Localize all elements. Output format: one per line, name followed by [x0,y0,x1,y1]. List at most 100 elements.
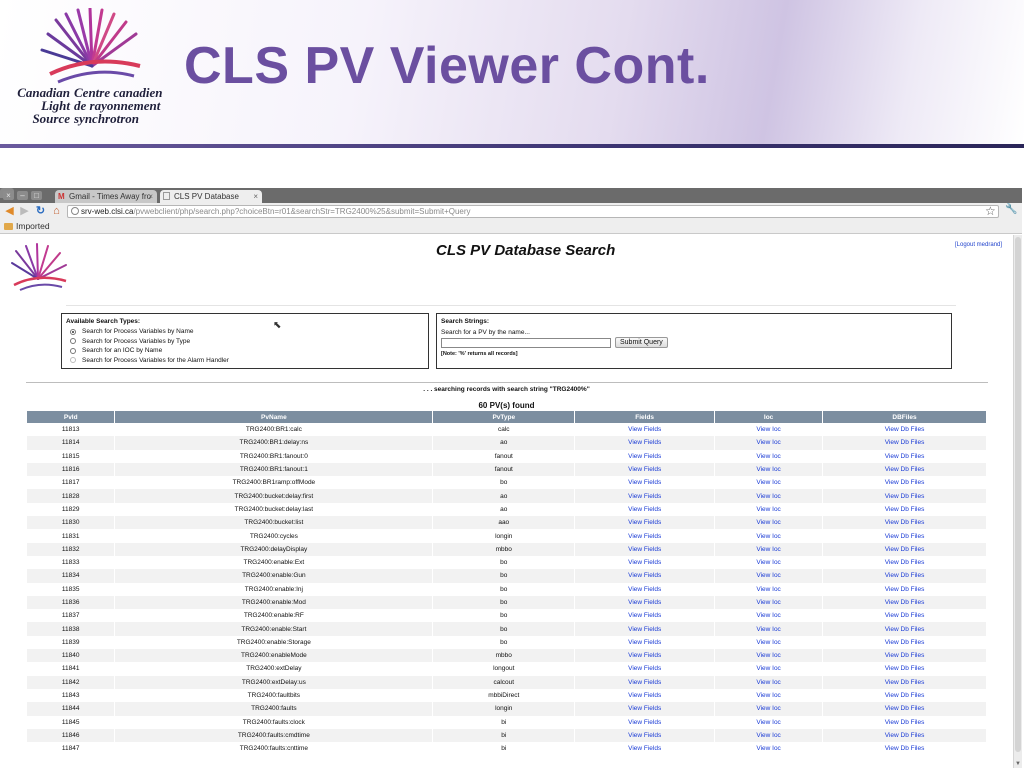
view-db-files-link[interactable]: View Db Files [822,582,987,596]
view-fields-link[interactable]: View Fields [574,609,716,623]
view-fields-link[interactable]: View Fields [574,715,716,729]
column-header-ioc[interactable]: Ioc [714,411,824,423]
column-header-pvtype[interactable]: PvType [432,411,576,423]
reload-icon[interactable]: ↻ [34,204,47,218]
view-fields-link[interactable]: View Fields [574,742,716,756]
view-fields-link[interactable]: View Fields [574,449,716,463]
view-db-files-link[interactable]: View Db Files [822,502,987,517]
view-db-files-link[interactable]: View Db Files [822,662,987,676]
view-ioc-link[interactable]: View Ioc [714,595,824,610]
scroll-down-icon[interactable]: ▼ [1014,760,1022,768]
search-input[interactable] [441,337,611,348]
column-header-fields[interactable]: Fields [574,411,716,423]
view-db-files-link[interactable]: View Db Files [822,715,987,729]
view-fields-link[interactable]: View Fields [574,462,716,477]
vertical-scrollbar[interactable]: ▼ [1013,235,1022,768]
radio-selected-icon[interactable] [70,328,76,335]
view-db-files-link[interactable]: View Db Files [822,609,987,623]
view-ioc-link[interactable]: View Ioc [714,542,824,556]
view-db-files-link[interactable]: View Db Files [822,476,987,490]
view-ioc-link[interactable]: View Ioc [714,702,824,716]
view-db-files-link[interactable]: View Db Files [822,702,987,716]
view-ioc-link[interactable]: View Ioc [714,489,824,503]
search-type-option[interactable]: Search for Process Variables by Type [66,337,424,347]
view-ioc-link[interactable]: View Ioc [714,649,824,663]
view-fields-link[interactable]: View Fields [574,582,716,596]
view-fields-link[interactable]: View Fields [574,622,716,636]
column-header-dbfiles[interactable]: DBFiles [822,411,987,423]
view-ioc-link[interactable]: View Ioc [714,569,824,583]
view-ioc-link[interactable]: View Ioc [714,582,824,596]
radio-icon[interactable] [70,338,76,345]
view-fields-link[interactable]: View Fields [574,649,716,663]
tab-gmail[interactable]: M Gmail - Times Away fro × [55,190,157,203]
view-ioc-link[interactable]: View Ioc [714,622,824,636]
view-ioc-link[interactable]: View Ioc [714,476,824,490]
view-fields-link[interactable]: View Fields [574,662,716,676]
forward-icon[interactable]: ▶ [18,204,31,218]
view-ioc-link[interactable]: View Ioc [714,516,824,530]
view-ioc-link[interactable]: View Ioc [714,609,824,623]
view-fields-link[interactable]: View Fields [574,675,716,689]
view-ioc-link[interactable]: View Ioc [714,449,824,463]
wrench-icon[interactable]: 🔧 [1005,204,1017,215]
view-fields-link[interactable]: View Fields [574,728,716,743]
view-ioc-link[interactable]: View Ioc [714,436,824,450]
tab-cls-pv-database[interactable]: CLS PV Database × [160,190,262,203]
view-db-files-link[interactable]: View Db Files [822,622,987,636]
view-db-files-link[interactable]: View Db Files [822,675,987,689]
view-ioc-link[interactable]: View Ioc [714,742,824,756]
logout-link[interactable]: [Logout medrand] [955,242,1002,248]
view-ioc-link[interactable]: View Ioc [714,662,824,676]
search-type-option[interactable]: Search for Process Variables for the Ala… [66,356,424,366]
view-ioc-link[interactable]: View Ioc [714,675,824,689]
view-fields-link[interactable]: View Fields [574,516,716,530]
view-db-files-link[interactable]: View Db Files [822,595,987,610]
view-fields-link[interactable]: View Fields [574,436,716,450]
view-db-files-link[interactable]: View Db Files [822,516,987,530]
view-db-files-link[interactable]: View Db Files [822,542,987,556]
close-tab-icon[interactable]: × [148,190,153,203]
column-header-pvname[interactable]: PvName [114,411,434,423]
view-fields-link[interactable]: View Fields [574,502,716,517]
radio-icon[interactable] [70,347,76,354]
view-db-files-link[interactable]: View Db Files [822,688,987,703]
view-db-files-link[interactable]: View Db Files [822,529,987,543]
view-db-files-link[interactable]: View Db Files [822,649,987,663]
radio-icon[interactable] [70,357,76,364]
view-fields-link[interactable]: View Fields [574,635,716,650]
submit-query-button[interactable]: Submit Query [615,337,668,348]
view-db-files-link[interactable]: View Db Files [822,728,987,743]
view-fields-link[interactable]: View Fields [574,476,716,490]
view-db-files-link[interactable]: View Db Files [822,555,987,570]
view-ioc-link[interactable]: View Ioc [714,715,824,729]
maximize-window-icon[interactable]: □ [31,191,42,200]
back-icon[interactable]: ◀ [3,204,16,218]
bookmark-imported[interactable]: Imported [4,221,50,231]
view-db-files-link[interactable]: View Db Files [822,462,987,477]
view-db-files-link[interactable]: View Db Files [822,569,987,583]
search-type-option[interactable]: Search for an IOC by Name [66,346,424,356]
view-fields-link[interactable]: View Fields [574,555,716,570]
search-type-option[interactable]: Search for Process Variables by Name [66,327,424,337]
view-db-files-link[interactable]: View Db Files [822,423,987,437]
view-ioc-link[interactable]: View Ioc [714,423,824,437]
view-ioc-link[interactable]: View Ioc [714,635,824,650]
home-icon[interactable]: ⌂ [50,204,63,218]
view-ioc-link[interactable]: View Ioc [714,728,824,743]
column-header-pvid[interactable]: PvId [27,411,116,423]
close-tab-icon[interactable]: × [253,190,258,203]
bookmark-star-icon[interactable]: ☆ [985,204,996,218]
view-fields-link[interactable]: View Fields [574,529,716,543]
view-fields-link[interactable]: View Fields [574,542,716,556]
view-ioc-link[interactable]: View Ioc [714,529,824,543]
view-fields-link[interactable]: View Fields [574,595,716,610]
scrollbar-thumb[interactable] [1015,237,1021,752]
view-db-files-link[interactable]: View Db Files [822,449,987,463]
view-db-files-link[interactable]: View Db Files [822,742,987,756]
view-fields-link[interactable]: View Fields [574,688,716,703]
view-db-files-link[interactable]: View Db Files [822,489,987,503]
view-ioc-link[interactable]: View Ioc [714,688,824,703]
view-db-files-link[interactable]: View Db Files [822,635,987,650]
view-db-files-link[interactable]: View Db Files [822,436,987,450]
